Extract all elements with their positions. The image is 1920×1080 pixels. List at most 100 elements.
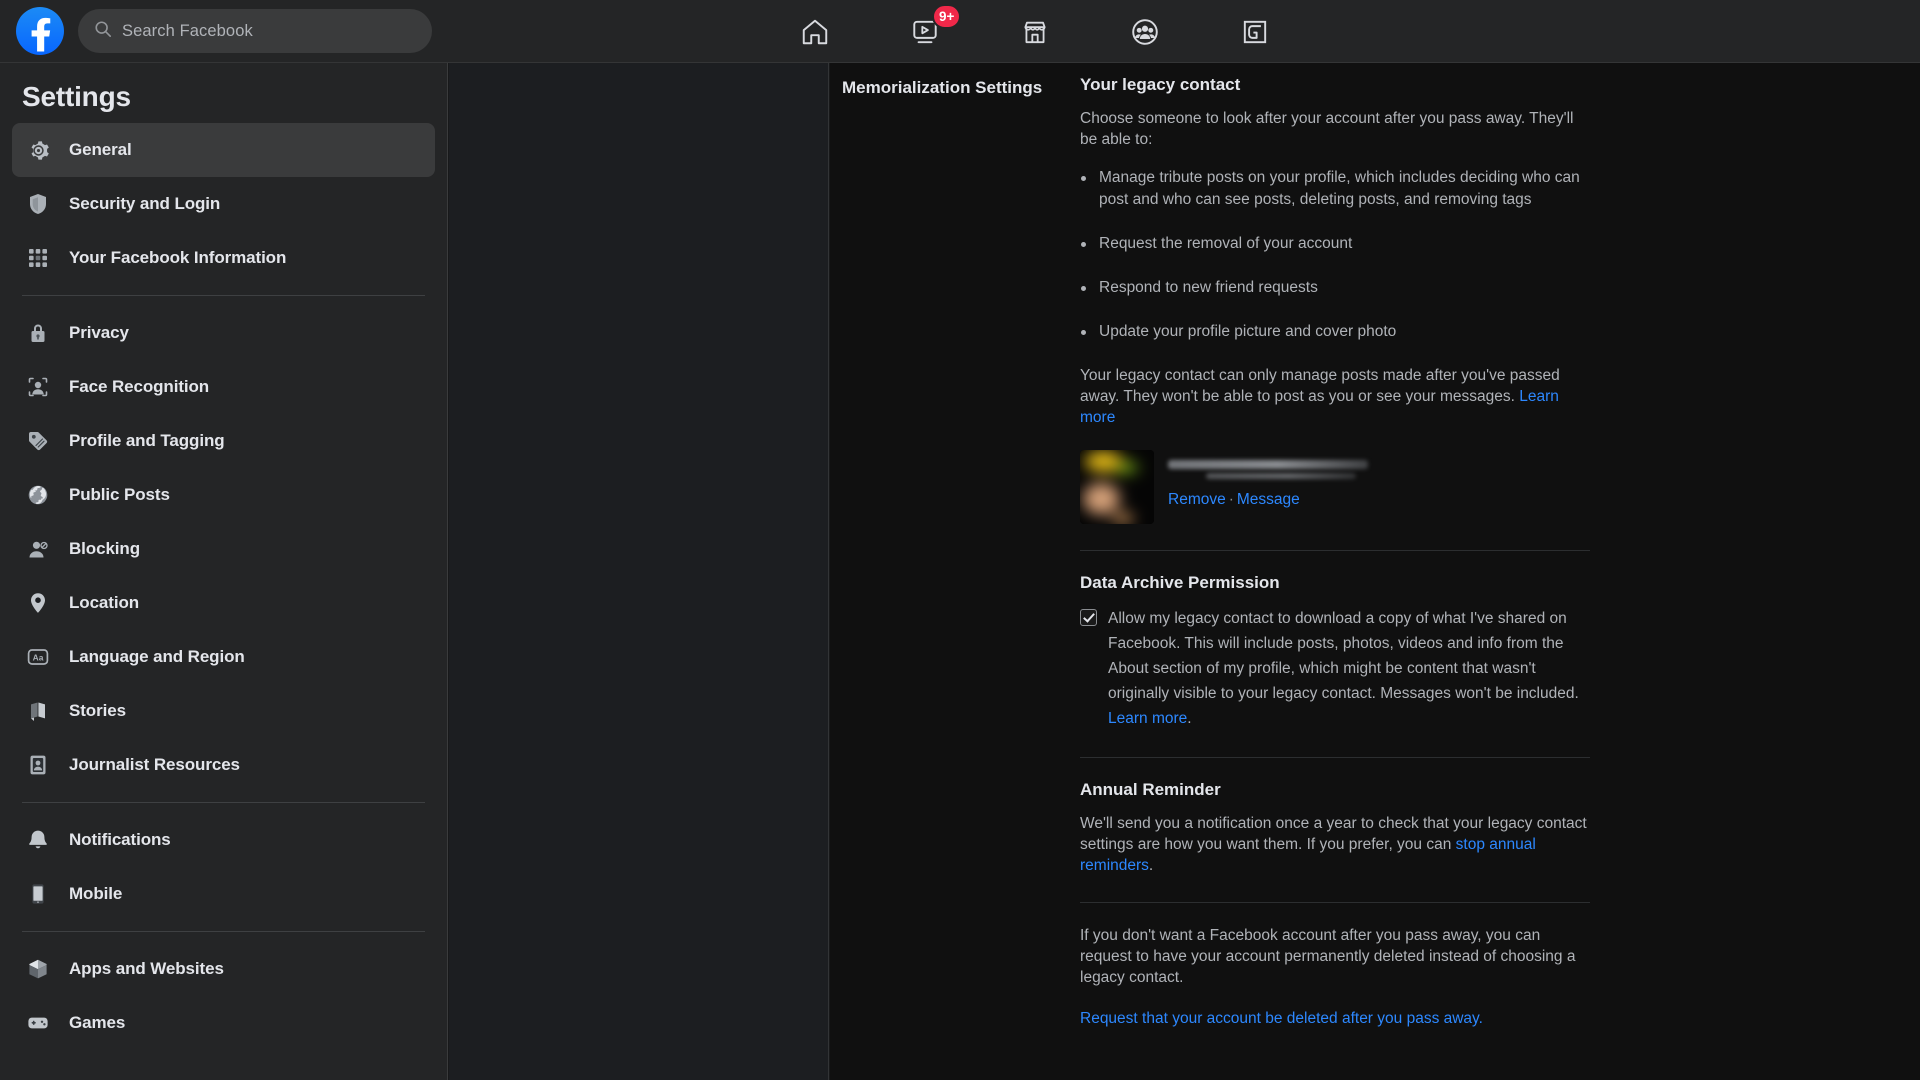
sidebar-item-notifications[interactable]: Notifications [12, 813, 435, 867]
annual-reminder-text-part2: . [1148, 857, 1154, 874]
contact-name-redacted [1168, 460, 1368, 469]
sidebar-divider [22, 802, 425, 803]
nav-groups[interactable] [1090, 0, 1200, 63]
sidebar-item-stories[interactable]: Stories [12, 684, 435, 738]
search-placeholder: Search Facebook [122, 21, 253, 40]
shield-icon [24, 190, 52, 218]
block-person-icon [24, 535, 52, 563]
legacy-contact-capabilities: Manage tribute posts on your profile, wh… [1080, 167, 1590, 343]
contact-avatar[interactable] [1080, 450, 1154, 524]
nav-marketplace[interactable] [980, 0, 1090, 63]
account-deletion-text: If you don't want a Facebook account aft… [1080, 927, 1576, 986]
top-navigation-bar: Search Facebook 9+ [0, 0, 1920, 63]
sidebar-item-label: Location [69, 593, 140, 612]
section-divider [1080, 550, 1590, 551]
sidebar-item-label: Public Posts [69, 485, 170, 504]
contact-details: Remove · Message [1168, 450, 1368, 509]
search-input[interactable]: Search Facebook [78, 9, 432, 53]
bell-icon [24, 826, 52, 854]
sidebar-item-profile-and-tagging[interactable]: Profile and Tagging [12, 414, 435, 468]
sidebar-item-label: Stories [69, 701, 126, 720]
remove-contact-link[interactable]: Remove [1168, 491, 1226, 508]
data-archive-learn-more-link[interactable]: Learn more [1108, 710, 1187, 727]
settings-sidebar: Settings General Security and Login Your… [0, 63, 448, 1080]
sidebar-item-label: Face Recognition [69, 377, 210, 396]
book-icon [24, 697, 52, 725]
svg-text:Aa: Aa [33, 653, 44, 663]
list-item: Request the removal of your account [1080, 233, 1590, 255]
sidebar-item-apps-and-websites[interactable]: Apps and Websites [12, 942, 435, 996]
id-badge-icon [24, 751, 52, 779]
sidebar-item-label: General [69, 140, 132, 159]
tag-icon [24, 427, 52, 455]
sidebar-item-mobile[interactable]: Mobile [12, 867, 435, 921]
sidebar-item-face-recognition[interactable]: Face Recognition [12, 360, 435, 414]
sidebar-item-games[interactable]: Games [12, 996, 435, 1050]
gamepad-icon [24, 1009, 52, 1037]
data-archive-label-text: Allow my legacy contact to download a co… [1108, 610, 1579, 702]
legacy-contact-note: Your legacy contact can only manage post… [1080, 365, 1590, 428]
request-account-deletion-link[interactable]: Request that your account be deleted aft… [1080, 1010, 1483, 1027]
search-icon [94, 20, 112, 43]
sidebar-item-journalist-resources[interactable]: Journalist Resources [12, 738, 435, 792]
data-archive-checkbox[interactable] [1080, 609, 1097, 626]
data-archive-permission-row[interactable]: Allow my legacy contact to download a co… [1080, 606, 1590, 731]
legacy-contact-intro: Choose someone to look after your accoun… [1080, 110, 1574, 148]
sidebar-item-language-and-region[interactable]: Aa Language and Region [12, 630, 435, 684]
list-item: Manage tribute posts on your profile, wh… [1080, 167, 1590, 211]
annual-reminder-title: Annual Reminder [1080, 780, 1221, 799]
sidebar-item-label: Notifications [69, 830, 171, 849]
gear-icon [24, 136, 52, 164]
sidebar-item-label: Profile and Tagging [69, 431, 225, 450]
legacy-contact-title: Your legacy contact [1080, 75, 1241, 94]
watch-notification-badge: 9+ [932, 4, 962, 29]
sidebar-item-blocking[interactable]: Blocking [12, 522, 435, 576]
sidebar-item-security-and-login[interactable]: Security and Login [12, 177, 435, 231]
data-archive-title: Data Archive Permission [1080, 573, 1280, 592]
sidebar-item-label: Journalist Resources [69, 755, 240, 774]
breadcrumb: Memorialization Settings [842, 78, 1043, 97]
settings-empty-gutter [449, 63, 829, 1080]
grid-dots-icon [24, 244, 52, 272]
legacy-contact-panel: Your legacy contact Choose someone to lo… [1080, 75, 1590, 1029]
location-pin-icon [24, 589, 52, 617]
sidebar-item-label: Privacy [69, 323, 129, 342]
main-nav-icons: 9+ [760, 0, 1310, 63]
sidebar-item-label: Language and Region [69, 647, 245, 666]
data-archive-label: Allow my legacy contact to download a co… [1108, 606, 1590, 731]
sidebar-divider [22, 931, 425, 932]
data-archive-label-period: . [1187, 710, 1192, 727]
cube-icon [24, 955, 52, 983]
sidebar-divider [22, 295, 425, 296]
action-separator: · [1228, 491, 1234, 508]
lock-icon [24, 319, 52, 347]
sidebar-item-your-facebook-information[interactable]: Your Facebook Information [12, 231, 435, 285]
sidebar-item-label: Security and Login [69, 194, 221, 213]
sidebar-item-label: Games [69, 1013, 126, 1032]
legacy-contact-card: Remove · Message [1080, 450, 1590, 524]
contact-name-redacted-line2 [1206, 473, 1356, 479]
sidebar-item-label: Your Facebook Information [69, 248, 287, 267]
globe-icon [24, 481, 52, 509]
nav-watch[interactable]: 9+ [870, 0, 980, 63]
contact-actions: Remove · Message [1168, 491, 1368, 509]
language-aa-icon: Aa [24, 643, 52, 671]
sidebar-item-label: Mobile [69, 884, 123, 903]
sidebar-item-general[interactable]: General [12, 123, 435, 177]
section-divider [1080, 757, 1590, 758]
section-divider [1080, 902, 1590, 903]
mobile-phone-icon [24, 880, 52, 908]
legacy-note-text: Your legacy contact can only manage post… [1080, 367, 1560, 405]
message-contact-link[interactable]: Message [1237, 491, 1300, 508]
sidebar-item-label: Apps and Websites [69, 959, 224, 978]
sidebar-item-location[interactable]: Location [12, 576, 435, 630]
nav-gaming[interactable] [1200, 0, 1310, 63]
annual-reminder-text: We'll send you a notification once a yea… [1080, 813, 1590, 876]
list-item: Respond to new friend requests [1080, 277, 1590, 299]
facebook-logo-icon[interactable] [16, 7, 64, 55]
face-recognition-icon [24, 373, 52, 401]
sidebar-item-label: Blocking [69, 539, 140, 558]
sidebar-item-public-posts[interactable]: Public Posts [12, 468, 435, 522]
sidebar-item-privacy[interactable]: Privacy [12, 306, 435, 360]
nav-home[interactable] [760, 0, 870, 63]
